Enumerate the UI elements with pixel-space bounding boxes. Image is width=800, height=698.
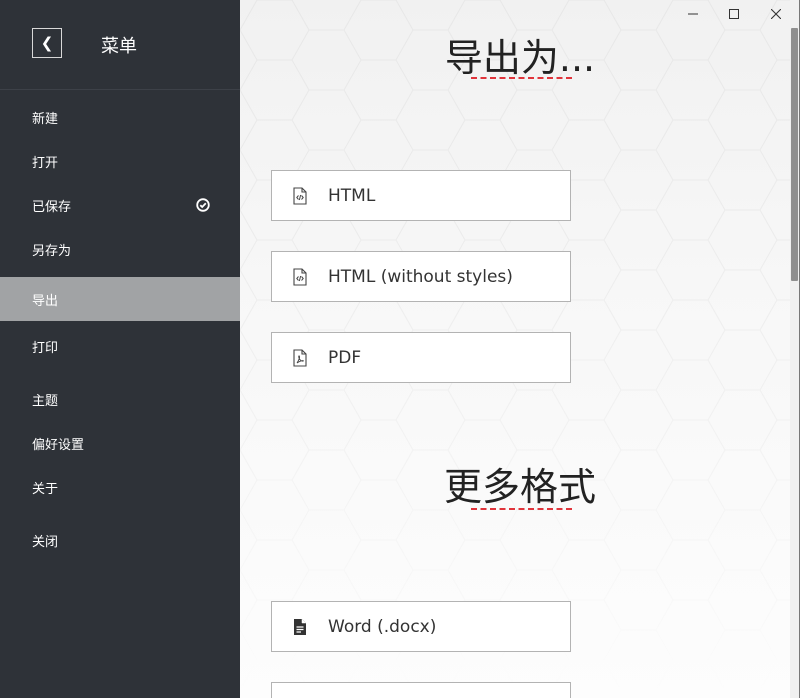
minimize-icon [688,13,698,15]
export-word-button[interactable]: Word (.docx) [271,601,571,652]
export-html-without-styles-button[interactable]: HTML (without styles) [271,251,571,302]
export-panel: 导出为... HTML HTML (without styles) PDF 更多… [240,0,800,698]
pdf-file-icon [292,348,308,367]
export-html-button[interactable]: HTML [271,170,571,221]
scrollbar-thumb[interactable] [791,28,798,281]
minimize-button[interactable] [683,4,703,24]
sidebar-item-label: 打开 [32,155,59,171]
more-formats-heading: 更多格式 [443,465,596,509]
close-icon [771,9,781,19]
export-option-label: Word (.docx) [328,616,437,637]
sidebar-item-label: 新建 [32,111,59,127]
sidebar-item-label: 偏好设置 [32,437,85,453]
sidebar-menu: ❮ 菜单 新建 打开 已保存 另存为 导出 打印 主题 偏好设置 关于 关闭 [0,0,240,698]
sidebar-header: ❮ 菜单 [0,0,240,90]
sidebar-item-theme[interactable]: 主题 [0,377,240,421]
close-window-button[interactable] [766,4,786,24]
sidebar-item-new[interactable]: 新建 [0,95,240,139]
export-heading: 导出为... [444,36,596,80]
sidebar-title: 菜单 [101,36,137,57]
sidebar-item-label: 关于 [32,481,59,497]
sidebar-item-label: 导出 [32,293,59,309]
check-circle-icon [196,198,210,212]
sidebar-item-export[interactable]: 导出 [0,277,240,321]
sidebar-item-label: 已保存 [32,199,72,215]
sidebar-item-label: 另存为 [32,243,72,259]
sidebar-item-about[interactable]: 关于 [0,465,240,509]
sidebar-item-saved[interactable]: 已保存 [0,183,240,227]
sidebar-item-close[interactable]: 关闭 [0,518,240,562]
sidebar-item-label: 打印 [32,340,59,356]
html-file-icon [292,267,308,286]
sidebar-item-preferences[interactable]: 偏好设置 [0,421,240,465]
export-option-label: PDF [328,347,362,368]
document-icon [292,618,308,636]
back-button[interactable]: ❮ [32,28,62,58]
heading-underline [471,77,572,79]
sidebar-item-print[interactable]: 打印 [0,324,240,368]
export-option-label: HTML (without styles) [328,266,513,287]
export-option-label: HTML [328,185,376,206]
maximize-button[interactable] [724,4,744,24]
sidebar-item-label: 关闭 [32,534,59,550]
sidebar-item-open[interactable]: 打开 [0,139,240,183]
chevron-left-icon: ❮ [40,34,54,52]
sidebar-item-label: 主题 [32,393,59,409]
maximize-icon [729,9,739,19]
sidebar-item-save-as[interactable]: 另存为 [0,227,240,271]
export-pdf-button[interactable]: PDF [271,332,571,383]
html-file-icon [292,186,308,205]
heading-underline [471,508,572,510]
export-more-format-button[interactable] [271,682,571,698]
